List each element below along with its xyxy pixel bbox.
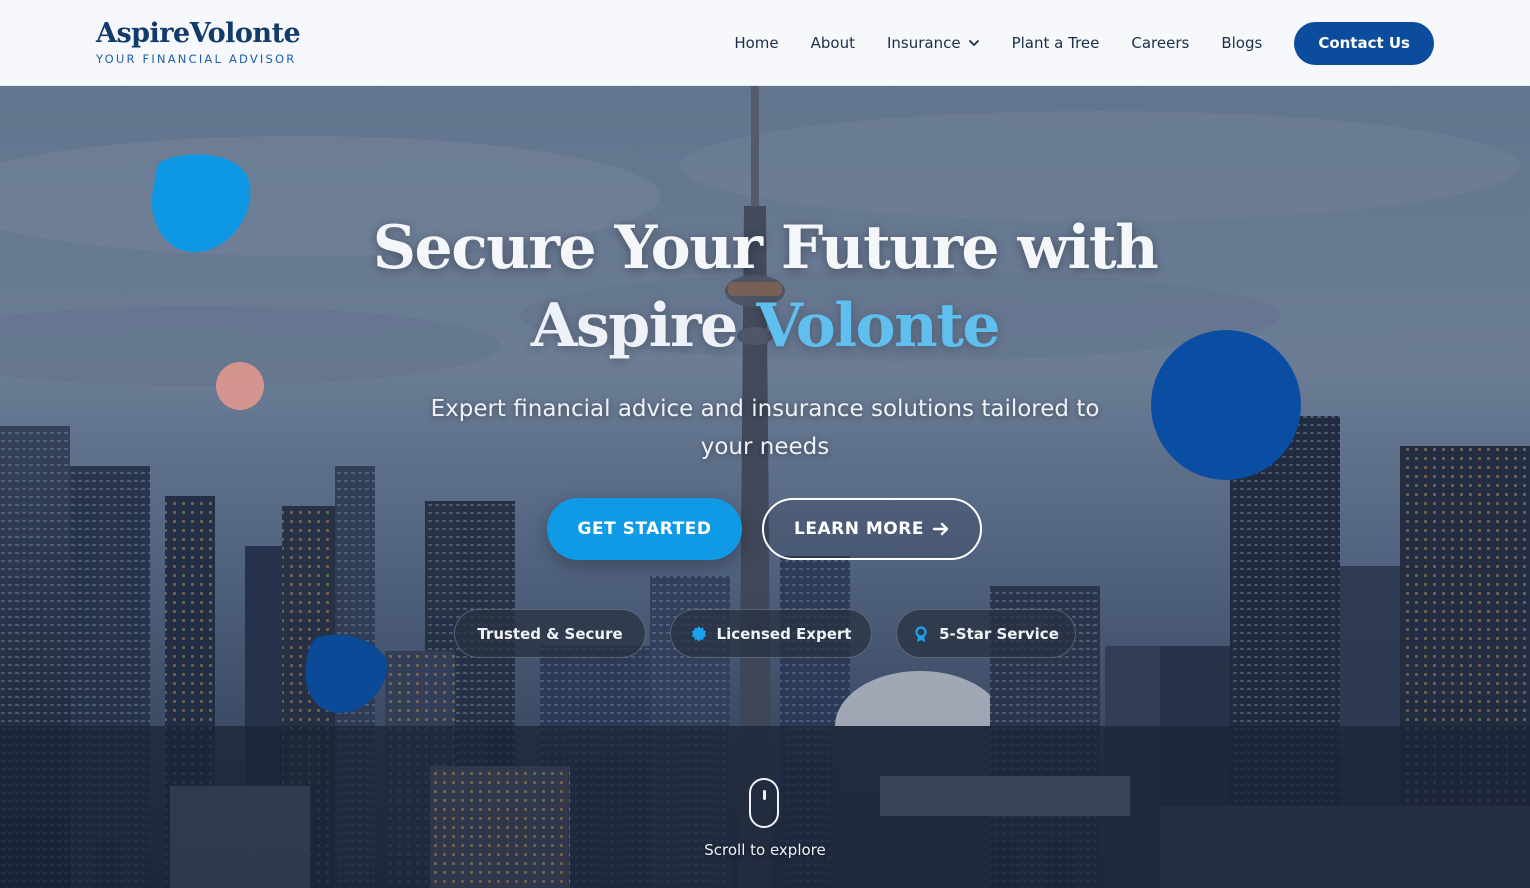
contact-us-button[interactable]: Contact Us bbox=[1294, 21, 1434, 65]
hero-title-line2: Aspire Volonte bbox=[0, 288, 1530, 364]
hero-title-aspire: Aspire bbox=[530, 291, 757, 361]
chevron-down-icon bbox=[968, 40, 979, 46]
nav-plant-a-tree[interactable]: Plant a Tree bbox=[1012, 34, 1100, 52]
arrow-right-icon bbox=[932, 522, 949, 536]
learn-more-label: LEARN MORE bbox=[794, 519, 924, 539]
nav-blogs[interactable]: Blogs bbox=[1221, 34, 1262, 52]
nav-insurance[interactable]: Insurance bbox=[887, 34, 980, 52]
badge-5-star-label: 5-Star Service bbox=[939, 624, 1059, 643]
hero-subtitle: Expert financial advice and insurance so… bbox=[430, 396, 1100, 460]
nav-careers[interactable]: Careers bbox=[1131, 34, 1189, 52]
brand-name: AspireVolonte bbox=[96, 18, 301, 49]
hero-title-line1: Secure Your Future with bbox=[372, 213, 1159, 283]
nav-home[interactable]: Home bbox=[734, 34, 778, 52]
award-icon bbox=[915, 625, 927, 642]
hero-section: Secure Your Future with Aspire Volonte E… bbox=[0, 86, 1530, 888]
scroll-wheel bbox=[763, 790, 766, 800]
badge-licensed-label: Licensed Expert bbox=[716, 624, 852, 643]
site-header: AspireVolonte YOUR FINANCIAL ADVISOR Hom… bbox=[0, 0, 1530, 86]
scroll-mouse-icon[interactable] bbox=[749, 778, 779, 828]
scroll-to-explore: Scroll to explore bbox=[704, 841, 826, 859]
badge-5-star-service: 5-Star Service bbox=[896, 609, 1076, 658]
badge-trusted-secure: Trusted & Secure bbox=[454, 609, 646, 658]
nav-about[interactable]: About bbox=[811, 34, 855, 52]
badge-icon bbox=[691, 625, 706, 642]
decorative-circle-peach bbox=[216, 362, 264, 410]
hero-title-volonte: Volonte bbox=[756, 291, 1000, 361]
learn-more-button[interactable]: LEARN MORE bbox=[762, 498, 982, 560]
badge-licensed-expert: Licensed Expert bbox=[670, 609, 872, 658]
nav-insurance-label: Insurance bbox=[887, 34, 961, 52]
main-nav: Home About Insurance Plant a Tree Career… bbox=[702, 0, 1434, 86]
brand-tagline: YOUR FINANCIAL ADVISOR bbox=[96, 52, 297, 66]
brand-logo[interactable]: AspireVolonte YOUR FINANCIAL ADVISOR bbox=[96, 18, 301, 66]
get-started-button[interactable]: GET STARTED bbox=[547, 498, 742, 560]
decorative-blob-navy bbox=[305, 634, 387, 713]
badge-trusted-label: Trusted & Secure bbox=[477, 624, 623, 643]
